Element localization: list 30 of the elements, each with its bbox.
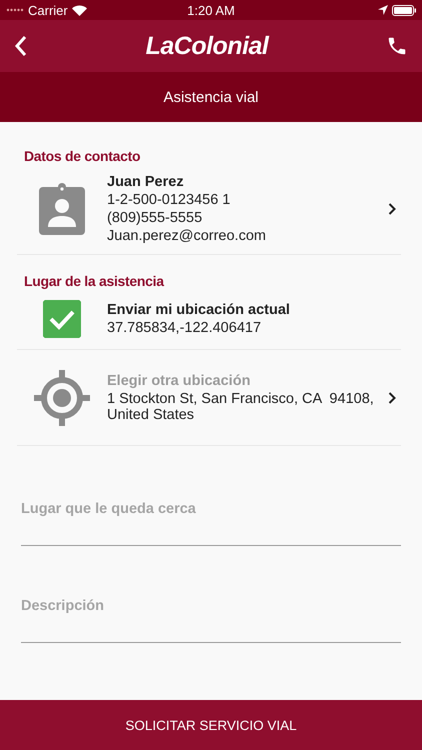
option-detail: 37.785834,-122.406417 — [107, 320, 262, 336]
signal-icon — [6, 8, 24, 12]
battery-icon — [392, 4, 416, 16]
contact-row[interactable]: Juan Perez 1-2-500-0123456 1 (809)555-5555 Juan.perez@correo.com — [17, 164, 401, 255]
back-icon — [14, 35, 28, 57]
logo: LaColonial — [146, 32, 268, 60]
submit-button[interactable]: SOLICITAR SERVICIO VIAL — [0, 700, 422, 750]
contact-detail: (809)555-5555 — [107, 210, 204, 226]
location-arrow-icon — [378, 5, 388, 15]
wifi-icon — [72, 4, 87, 16]
contact-badge-icon — [39, 183, 85, 235]
chevron-right-icon — [388, 203, 396, 215]
contact-detail: Juan.perez@correo.com — [107, 228, 267, 244]
checkbox[interactable] — [43, 300, 81, 338]
location-option[interactable]: Elegir otra ubicación 1 Stockton St, San Francisco, CA 94108, United States — [17, 350, 401, 446]
carrier-label: Carrier — [28, 2, 68, 18]
section-heading: Datos de contacto — [24, 148, 142, 164]
location-option[interactable]: Enviar mi ubicación actual 37.785834,-122.406417 — [17, 289, 401, 350]
option-detail: 1 Stockton St, San Francisco, CA 94108, United States — [107, 390, 375, 422]
screen-title: Asistencia vial — [163, 88, 259, 106]
option-title: Enviar mi ubicación actual — [107, 302, 291, 318]
input-field[interactable]: Descripción — [21, 598, 401, 643]
section-heading: Lugar de la asistencia — [24, 273, 166, 289]
clock: 1:20 AM — [187, 2, 235, 18]
chevron-right-icon — [388, 392, 396, 404]
contact-detail: 1-2-500-0123456 1 — [107, 192, 232, 208]
contact-name: Juan Perez — [107, 174, 185, 190]
input-field[interactable]: Lugar que le queda cerca — [21, 501, 401, 546]
option-title: Elegir otra ubicación — [107, 372, 252, 388]
target-icon — [34, 370, 90, 426]
